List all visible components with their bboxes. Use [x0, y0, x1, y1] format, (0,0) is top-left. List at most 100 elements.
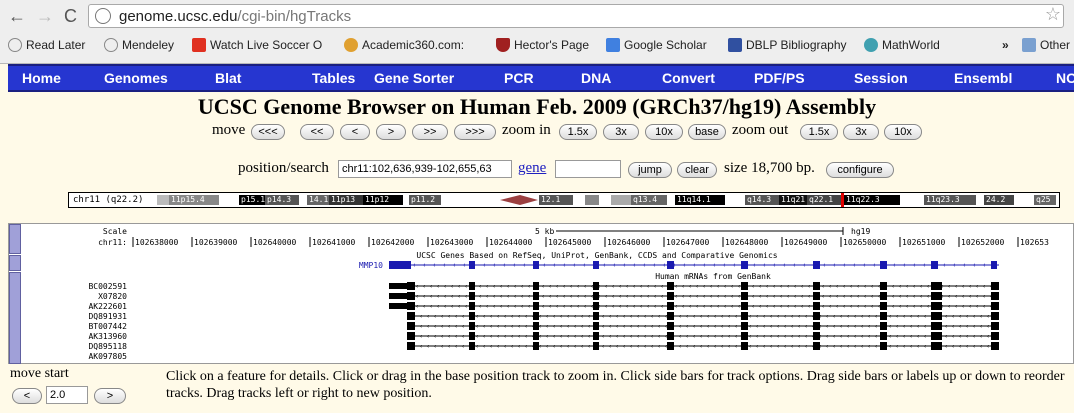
configure-button[interactable]: configure — [826, 162, 894, 178]
move-right-more-button[interactable]: >> — [412, 124, 448, 140]
move-left-more-button[interactable]: << — [300, 124, 334, 140]
tracks-panel[interactable]: Scale 5 kb hg19 chr11: 102638000 10263900… — [8, 223, 1074, 364]
mrna-exon — [991, 302, 999, 310]
nav-blat[interactable]: Blat — [215, 70, 241, 86]
nav-ensembl[interactable]: Ensembl — [954, 70, 1012, 86]
position-tick-label: 102646000 — [607, 238, 651, 247]
nav-tables[interactable]: Tables — [312, 70, 355, 86]
chromosome-ideogram[interactable]: chr11 (q22.2) 11p15.4 p15.1 p14.3 14.1 1… — [68, 192, 1060, 208]
mrna-track-sidebar[interactable] — [9, 272, 21, 364]
mrna-strand-arrow: ‹ — [875, 344, 877, 350]
position-search-input[interactable]: chr11:102,636,939-102,655,63 — [338, 160, 512, 178]
zoom-out-1-5x-button[interactable]: 1.5x — [800, 124, 838, 140]
mrna-strand-arrow: ‹ — [630, 344, 632, 350]
bookmark-star-icon[interactable]: ☆ — [1045, 4, 1061, 25]
back-arrow-icon[interactable]: ← — [8, 6, 26, 26]
move-right-button[interactable]: > — [376, 124, 406, 140]
bookmark-dblp[interactable]: DBLP Bibliography — [728, 38, 847, 52]
zoom-out-10x-button[interactable]: 10x — [884, 124, 922, 140]
gene-input[interactable] — [555, 160, 621, 178]
mrna-strand-arrow: ‹ — [462, 344, 464, 350]
mrna-strand-arrow: ‹ — [616, 344, 618, 350]
mrna-strand-arrow: ‹ — [899, 304, 901, 310]
mrna-strand-arrow: ‹ — [441, 344, 443, 350]
mrna-strand-arrow: ‹ — [892, 284, 894, 290]
nav-genomes[interactable]: Genomes — [104, 70, 168, 86]
mrna-models[interactable]: ‹ ‹ ‹ ‹ ‹ ‹ ‹ ‹ ‹ ‹ ‹ ‹ ‹ ‹ ‹ ‹ ‹ ‹ ‹ ‹ ‹ ‹ ‹ ‹ ‹ ‹ ‹ ‹ ‹ ‹ ‹ ‹ ‹ ‹ ‹ ‹ ‹ ‹ ‹ ‹… — [389, 282, 999, 350]
reload-icon[interactable]: C — [64, 6, 77, 26]
move-start-right-button[interactable]: > — [94, 388, 126, 404]
mrna-strand-arrow: ‹ — [910, 344, 912, 350]
mrna-strand-arrow: ‹ — [945, 324, 947, 330]
mrna-strand-arrow: ‹ — [843, 304, 845, 310]
mmp10-gene-model[interactable]: ‹ ‹ ‹ ‹ ‹ ‹ ‹ ‹ ‹ ‹ ‹ ‹ ‹ ‹ ‹ ‹ ‹ ‹ ‹ ‹ ‹ ‹ ‹ ‹ ‹ ‹ ‹ ‹ ‹ ‹ ‹ ‹ ‹ ‹ ‹ ‹ ‹ ‹ ‹ ‹… — [389, 261, 999, 269]
mrna-strand-arrow: ‹ — [906, 304, 908, 310]
nav-home[interactable]: Home — [22, 70, 61, 86]
nav-pdf-ps[interactable]: PDF/PS — [754, 70, 805, 86]
mrna-strand-arrow: ‹ — [497, 344, 499, 350]
gene-link[interactable]: gene — [518, 160, 546, 177]
nav-session[interactable]: Session — [854, 70, 908, 86]
position-tick-label: 102648000 — [725, 238, 769, 247]
mrna-strand-arrow: ‹ — [507, 284, 509, 290]
nav-gene-sorter[interactable]: Gene Sorter — [374, 70, 454, 86]
mrna-strand-arrow: ‹ — [539, 334, 541, 340]
mrna-strand-arrow: ‹ — [462, 334, 464, 340]
zoom-in-3x-button[interactable]: 3x — [603, 124, 639, 140]
bookmark-read-later[interactable]: Read Later — [8, 38, 85, 52]
mrna-strand-arrow: ‹ — [976, 294, 978, 300]
gene-name-label[interactable]: MMP10 — [359, 261, 383, 270]
ucsc-genes-sidebar[interactable] — [9, 255, 21, 271]
mrna-strand-arrow: ‹ — [749, 324, 751, 330]
forward-arrow-icon[interactable]: → — [36, 6, 54, 26]
zoom-in-1-5x-button[interactable]: 1.5x — [559, 124, 597, 140]
scale-track-sidebar[interactable] — [9, 224, 21, 254]
nav-ncbi[interactable]: NC — [1056, 70, 1074, 86]
mrna-strand-arrow: ‹ — [868, 314, 870, 320]
move-start-input[interactable]: 2.0 — [46, 386, 88, 404]
bookmark-mathworld[interactable]: MathWorld — [864, 38, 940, 52]
ideogram-band: 11p13 — [329, 195, 363, 205]
mrna-strand-arrow: ‹ — [616, 334, 618, 340]
other-bookmarks[interactable]: Other — [1022, 38, 1070, 52]
position-tick-label: 102640000 — [253, 238, 297, 247]
jump-button[interactable]: jump — [628, 162, 672, 178]
nav-convert[interactable]: Convert — [662, 70, 715, 86]
mrna-strand-arrow: ‹ — [584, 284, 586, 290]
move-start-left-button[interactable]: < — [12, 388, 42, 404]
zoom-in-base-button[interactable]: base — [688, 124, 726, 140]
move-right-far-button[interactable]: >>> — [454, 124, 496, 140]
bookmark-soccer[interactable]: Watch Live Soccer O — [192, 38, 322, 52]
mrna-strand-arrow: ‹ — [962, 294, 964, 300]
bookmark-google-scholar[interactable]: Google Scholar — [606, 38, 707, 52]
bookmark-academic360[interactable]: Academic360.com: — [344, 38, 464, 52]
mrna-strand-arrow: ‹ — [791, 344, 793, 350]
mrna-exon — [593, 292, 599, 300]
mrna-strand-arrow: ‹ — [717, 284, 719, 290]
zoom-out-3x-button[interactable]: 3x — [843, 124, 879, 140]
mrna-strand-arrow: ‹ — [864, 294, 866, 300]
mrna-strand-arrow: ‹ — [896, 334, 898, 340]
clear-button[interactable]: clear — [677, 162, 717, 178]
bookmark-mendeley[interactable]: Mendeley — [104, 38, 174, 52]
more-bookmarks-chevron[interactable]: » — [1002, 38, 1009, 52]
mrna-exon — [667, 292, 674, 300]
track-image[interactable]: Scale 5 kb hg19 chr11: 102638000 10263900… — [23, 224, 1073, 363]
move-left-button[interactable]: < — [340, 124, 370, 140]
bookmark-hectors-page[interactable]: Hector's Page — [496, 38, 589, 52]
move-left-far-button[interactable]: <<< — [251, 124, 285, 140]
mrna-strand-arrow: ‹ — [724, 284, 726, 290]
mrna-strand-arrow: ‹ — [840, 334, 842, 340]
mrna-strand-arrow: ‹ — [840, 314, 842, 320]
url-bar[interactable]: genome.ucsc.edu/cgi-bin/hgTracks ☆ — [88, 4, 1064, 28]
mrna-strand-arrow: ‹ — [549, 304, 551, 310]
nav-dna[interactable]: DNA — [581, 70, 611, 86]
mrna-strand-arrow: ‹ — [689, 304, 691, 310]
zoom-in-10x-button[interactable]: 10x — [645, 124, 683, 140]
ideogram-band — [441, 195, 481, 205]
mrna-strand-arrow: ‹ — [850, 294, 852, 300]
mrna-exon — [407, 282, 415, 290]
centromere-right — [520, 195, 538, 205]
nav-pcr[interactable]: PCR — [504, 70, 534, 86]
mrna-strand-arrow: ‹ — [518, 324, 520, 330]
